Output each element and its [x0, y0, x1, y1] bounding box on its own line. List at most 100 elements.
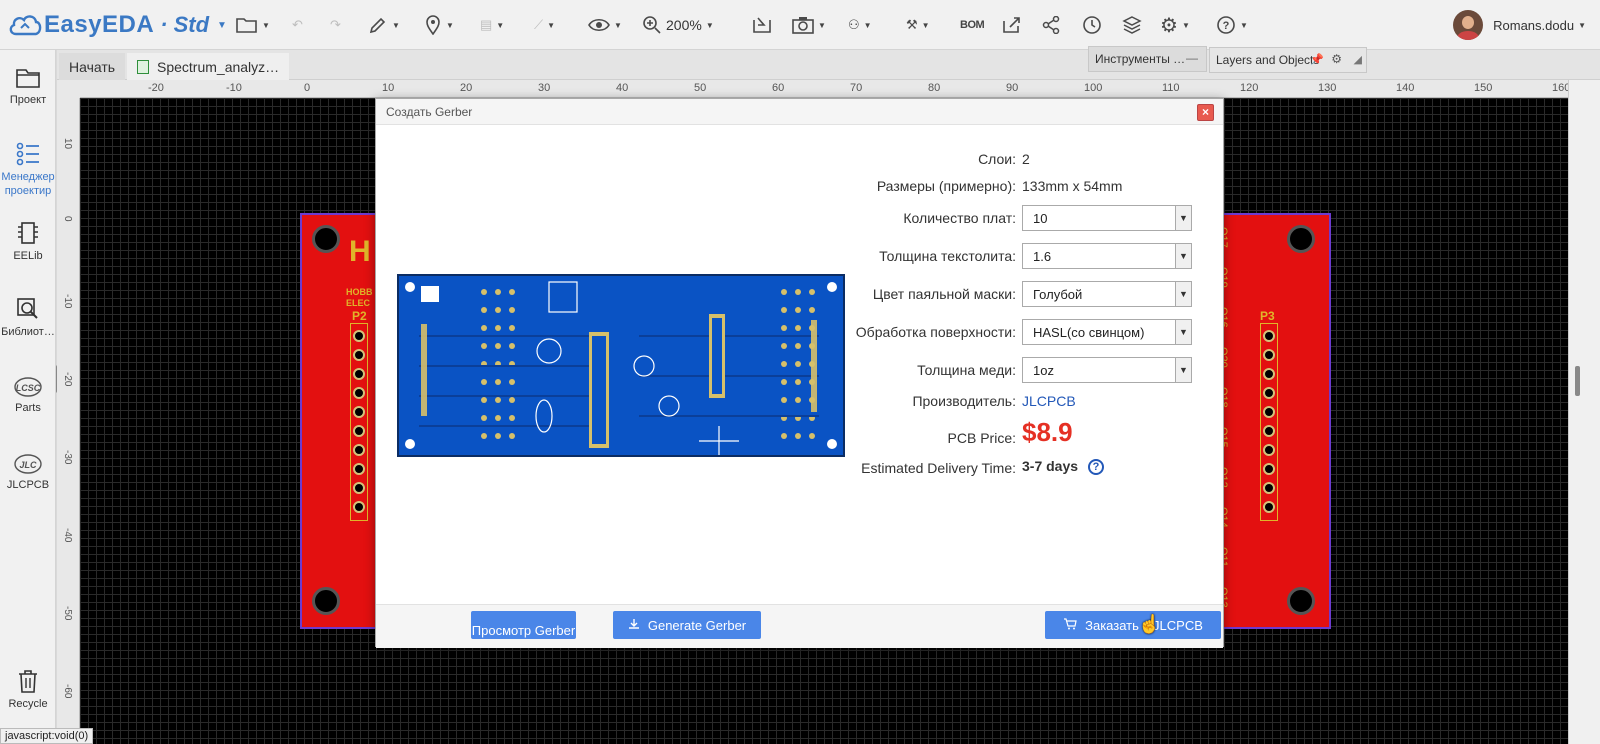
- ruler-tick-label: 120: [1240, 82, 1259, 94]
- chevron-down-icon: ▼: [1578, 20, 1586, 30]
- maker-link[interactable]: JLCPCB: [1022, 393, 1076, 409]
- order-jlcpcb-button[interactable]: Заказать в JLCPCB: [1045, 611, 1221, 639]
- pin-icon[interactable]: 📌: [1310, 53, 1324, 66]
- ruler-tick-label: -20: [62, 372, 73, 387]
- history-button[interactable]: [1082, 12, 1102, 38]
- ruler-tick-label: 80: [928, 82, 941, 94]
- svg-text:JLC: JLC: [19, 460, 37, 470]
- svg-text:?: ?: [1223, 20, 1230, 32]
- gerber-dialog: Создать Gerber × Слои: 2 Размеры (пример…: [375, 98, 1224, 648]
- sidebar-item-jlcpcb[interactable]: JLC JLCPCB: [0, 453, 56, 491]
- mounting-hole: [312, 587, 340, 615]
- thickness-select-value: 1.6: [1033, 248, 1052, 264]
- search-library-icon: [0, 296, 56, 322]
- ruler-tick-label: -10: [62, 294, 73, 309]
- layers-button[interactable]: [1122, 12, 1142, 38]
- sidebar-item-parts[interactable]: LCSC Parts: [0, 376, 56, 414]
- ruler-tick-label: 130: [1318, 82, 1337, 94]
- sidebar-item-recycle[interactable]: Recycle: [0, 668, 56, 710]
- sidebar-item-project[interactable]: Проект: [0, 66, 56, 106]
- delivery-label: Estimated Delivery Time:: [861, 460, 1016, 476]
- tab-start[interactable]: Начать: [59, 53, 126, 80]
- maker-label: Производитель:: [912, 393, 1016, 409]
- header-p3: [1260, 323, 1278, 521]
- header-label-p3: P3: [1260, 309, 1275, 323]
- vertical-scrollbar[interactable]: [1568, 80, 1600, 744]
- finish-label: Обработка поверхности:: [855, 324, 1016, 340]
- gear-icon[interactable]: ⚙: [1331, 52, 1342, 66]
- help-circle-icon[interactable]: ?: [1087, 459, 1104, 476]
- mounting-hole: [312, 225, 340, 253]
- sidebar-item-label: EELib: [13, 250, 43, 262]
- align-menu-button[interactable]: ▤ ▼: [480, 12, 504, 38]
- scrollbar-thumb[interactable]: [1575, 366, 1580, 396]
- pencil-icon: [368, 15, 388, 35]
- logo-text: HOBB ELEC: [346, 287, 373, 308]
- sidebar-item-library[interactable]: Библиот…: [0, 296, 56, 338]
- close-button[interactable]: ×: [1197, 104, 1214, 121]
- bom-button[interactable]: BOM: [960, 12, 985, 38]
- export-icon: [1002, 16, 1022, 34]
- history-icon: [1082, 15, 1102, 35]
- qty-select[interactable]: 10 ▼: [1022, 205, 1192, 231]
- surface-finish-select[interactable]: HASL(со свинцом) ▼: [1022, 319, 1192, 345]
- share-icon: [1042, 16, 1060, 34]
- chip-icon: [0, 220, 56, 246]
- sidebar-item-design-manager[interactable]: Менеджер проектир: [0, 142, 56, 198]
- layers-panel-title: Layers and Objects: [1216, 53, 1320, 67]
- draw-menu-button[interactable]: ▼: [368, 12, 400, 38]
- sidebar-item-eelib[interactable]: EELib: [0, 220, 56, 262]
- tools-panel-header[interactable]: Инструменты … —: [1088, 46, 1207, 72]
- copper-label: Толщина меди:: [917, 362, 1016, 378]
- share-button[interactable]: [1042, 12, 1060, 38]
- place-menu-button[interactable]: ▼: [424, 12, 454, 38]
- size-label: Размеры (примерно):: [876, 178, 1016, 194]
- qty-label: Количество плат:: [903, 210, 1016, 226]
- dialog-titlebar[interactable]: Создать Gerber: [376, 99, 1223, 125]
- zoom-menu-button[interactable]: 200% ▼: [642, 12, 714, 38]
- ruler-tick-label: 140: [1396, 82, 1415, 94]
- copper-weight-select[interactable]: 1oz ▼: [1022, 357, 1192, 383]
- minimize-icon[interactable]: —: [1186, 51, 1198, 65]
- resize-grip-icon[interactable]: ◢: [1354, 53, 1362, 66]
- ruler-tick-label: 50: [694, 82, 707, 94]
- main-toolbar: EasyEDA · Std ▼ ▼ ↶ ↷ ▼ ▼ ▤ ▼ ⟋ ▼ ▼ 200% ▼ …: [0, 0, 1600, 50]
- redo-icon: ↷: [330, 17, 341, 32]
- camera-menu-button[interactable]: ▼: [792, 12, 826, 38]
- generate-gerber-button[interactable]: Generate Gerber: [613, 611, 761, 639]
- thickness-select[interactable]: 1.6 ▼: [1022, 243, 1192, 269]
- bom-label: BOM: [960, 19, 985, 31]
- chevron-down-icon: ▼: [217, 19, 227, 31]
- ruler-tick-label: 90: [1006, 82, 1019, 94]
- chevron-down-icon: ▼: [392, 20, 400, 30]
- view-menu-button[interactable]: ▼: [588, 12, 622, 38]
- tab-pcb-document[interactable]: Spectrum_analyz…: [127, 53, 290, 80]
- import-button[interactable]: [752, 12, 772, 38]
- layers-panel-header[interactable]: Layers and Objects 📌 ⚙ ◢: [1209, 47, 1367, 73]
- sidebar-item-label: Recycle: [8, 698, 48, 710]
- route-menu-button[interactable]: ⟋ ▼: [534, 12, 555, 38]
- tools-menu-button[interactable]: ⚒ ▼: [906, 12, 930, 38]
- import-icon: [752, 16, 772, 34]
- preview-gerber-button[interactable]: Просмотр Gerber: [471, 611, 576, 639]
- file-menu-button[interactable]: ▼: [236, 12, 270, 38]
- undo-button[interactable]: ↶: [292, 12, 303, 38]
- price-value: $8.9: [1022, 417, 1073, 447]
- mask-color-select[interactable]: Голубой ▼: [1022, 281, 1192, 307]
- share-tree-menu-button[interactable]: ⚇ ▼: [848, 12, 872, 38]
- settings-menu-button[interactable]: ⚙ ▼: [1160, 12, 1190, 38]
- layers-label: Слои:: [978, 151, 1016, 167]
- app-brand: EasyEDA: [44, 11, 155, 38]
- redo-button[interactable]: ↷: [330, 12, 341, 38]
- download-icon: [628, 618, 640, 633]
- chevron-down-icon: ▼: [547, 20, 556, 30]
- ruler-tick-label: 100: [1084, 82, 1103, 94]
- app-logo[interactable]: EasyEDA · Std ▼: [8, 8, 227, 42]
- chevron-down-icon: ▼: [1175, 282, 1191, 306]
- help-menu-button[interactable]: ? ▼: [1216, 12, 1248, 38]
- user-menu[interactable]: Romans.dodu ▼: [1453, 9, 1586, 41]
- ruler-tick-label: 20: [460, 82, 473, 94]
- undo-icon: ↶: [292, 17, 303, 32]
- delivery-row: 3-7 days ?: [1022, 458, 1104, 476]
- export-button[interactable]: [1002, 12, 1022, 38]
